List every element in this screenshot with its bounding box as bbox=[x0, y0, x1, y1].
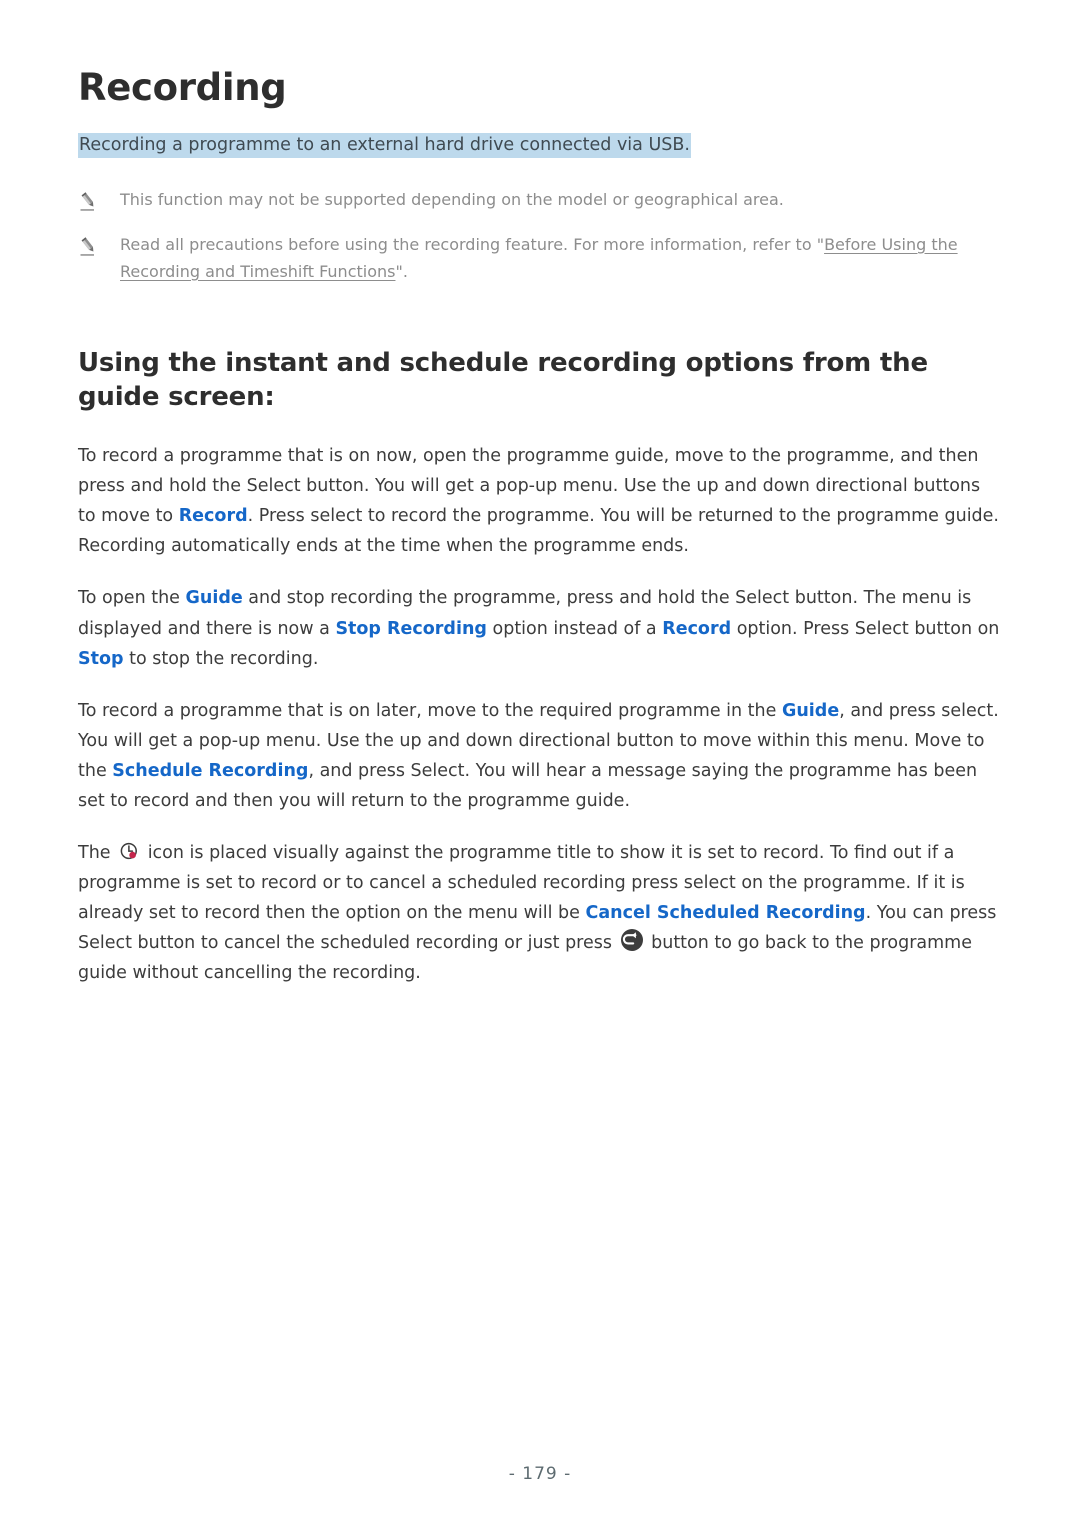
menu-term-schedule-recording[interactable]: Schedule Recording bbox=[112, 761, 308, 781]
paragraph-text: To open the bbox=[78, 588, 186, 609]
return-button-icon bbox=[620, 928, 644, 952]
pencil-icon bbox=[78, 236, 100, 258]
schedule-record-clock-icon bbox=[118, 840, 140, 862]
subtitle-container: Recording a programme to an external har… bbox=[78, 132, 1002, 159]
note-text-before: Read all precautions before using the re… bbox=[120, 234, 825, 254]
paragraph-text: To record a programme that is on later, … bbox=[78, 700, 782, 721]
note-item: This function may not be supported depen… bbox=[78, 187, 1002, 214]
menu-term-guide[interactable]: Guide bbox=[782, 701, 839, 721]
menu-term-cancel-scheduled-recording[interactable]: Cancel Scheduled Recording bbox=[585, 903, 865, 923]
menu-term-stop-recording[interactable]: Stop Recording bbox=[335, 619, 487, 639]
paragraph-text: option instead of a bbox=[486, 618, 663, 639]
page-subtitle-highlighted: Recording a programme to an external har… bbox=[78, 132, 691, 158]
notes-list: This function may not be supported depen… bbox=[78, 187, 1002, 286]
menu-term-guide[interactable]: Guide bbox=[186, 588, 243, 608]
paragraph-cancel-scheduled-recording: The icon is placed visually against the … bbox=[78, 838, 1002, 988]
document-page: Recording Recording a programme to an ex… bbox=[0, 0, 1080, 1527]
page-title: Recording bbox=[78, 66, 287, 109]
menu-term-record[interactable]: Record bbox=[662, 619, 731, 639]
paragraph-text: to stop the recording. bbox=[123, 648, 319, 669]
menu-term-stop[interactable]: Stop bbox=[78, 649, 124, 669]
paragraph-record-now: To record a programme that is on now, op… bbox=[78, 441, 1002, 561]
note-text-after: ". bbox=[395, 261, 408, 281]
paragraph-text: option. Press Select button on bbox=[731, 618, 1000, 639]
note-text: This function may not be supported depen… bbox=[120, 189, 784, 209]
paragraph-stop-recording: To open the Guide and stop recording the… bbox=[78, 583, 1002, 673]
note-text-with-link: Read all precautions before using the re… bbox=[120, 232, 1000, 286]
menu-term-record[interactable]: Record bbox=[179, 506, 248, 526]
page-number: - 179 - bbox=[508, 1464, 572, 1484]
paragraph-schedule-recording: To record a programme that is on later, … bbox=[78, 696, 1002, 816]
pencil-icon bbox=[78, 191, 100, 213]
paragraph-text: The bbox=[78, 843, 117, 864]
section-heading: Using the instant and schedule recording… bbox=[78, 348, 928, 413]
note-item: Read all precautions before using the re… bbox=[78, 232, 1002, 286]
body-paragraphs: To record a programme that is on now, op… bbox=[78, 441, 1002, 989]
